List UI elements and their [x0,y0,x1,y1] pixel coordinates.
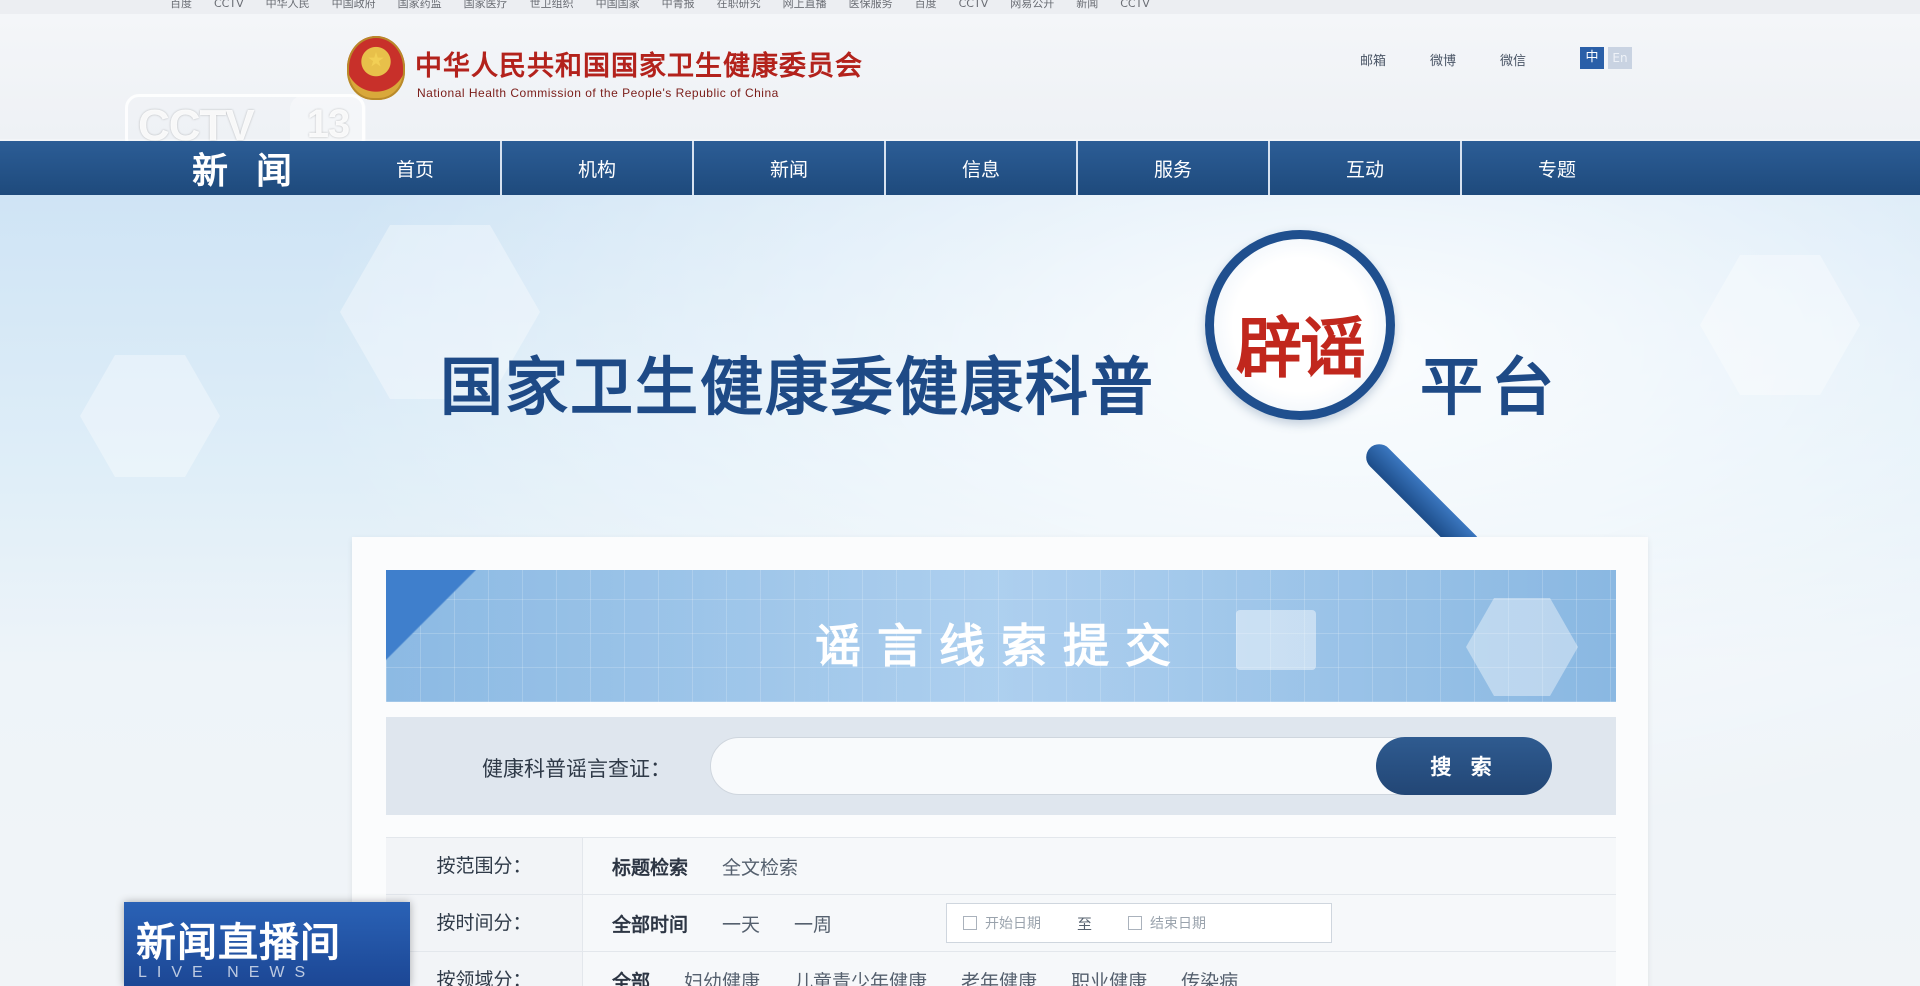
nav-item-org[interactable]: 机构 [500,141,692,195]
hero-section: 国家卫生健康委健康科普 辟谣 平台 谣言线索提交 健康科普谣言查证： 搜 索 按… [0,195,1920,986]
nav-item-topics[interactable]: 专题 [1460,141,1652,195]
bookmark-item[interactable]: CCTV [214,0,244,14]
top-link-wechat[interactable]: 微信 [1500,50,1526,69]
site-header: 中华人民共和国国家卫生健康委员会 National Health Commiss… [0,14,1920,153]
hero-highlight: 辟谣 [1236,310,1366,387]
filter-option[interactable]: 全文检索 [722,853,798,880]
filter-option[interactable]: 儿童青少年健康 [794,967,927,986]
bookmark-item[interactable]: 中国国家 [596,0,640,14]
bookmark-item[interactable]: 国家医疗 [464,0,508,14]
bookmark-item[interactable]: 医保服务 [849,0,893,14]
lang-en-button[interactable]: En [1608,47,1632,69]
nav-item-news[interactable]: 新闻 [692,141,884,195]
bookmark-item[interactable]: 百度 [915,0,937,14]
bookmark-item[interactable]: 新闻 [1076,0,1098,14]
bookmark-item[interactable]: 网上直播 [783,0,827,14]
filter-option[interactable]: 标题检索 [612,853,688,880]
filter-option[interactable]: 传染病 [1181,967,1238,986]
nav-item-service[interactable]: 服务 [1076,141,1268,195]
decor-hexagon [80,355,220,477]
date-start-field[interactable]: 开始日期 [985,913,1041,933]
filter-row-time: 按时间分： 全部时间 一天 一周 开始日期 至 结束日期 [386,894,1616,951]
filter-option[interactable]: 职业健康 [1071,967,1147,986]
bookmark-item[interactable]: 国家药监 [398,0,442,14]
date-separator: 至 [1077,914,1093,933]
filter-option[interactable]: 一天 [722,910,760,937]
nav-item-info[interactable]: 信息 [884,141,1076,195]
filter-row-scope: 按范围分： 标题检索 全文检索 [386,837,1616,894]
search-input[interactable] [710,737,1470,795]
search-row: 健康科普谣言查证： 搜 索 [386,717,1616,815]
bookmark-item[interactable]: 中青报 [662,0,695,14]
banner-title: 谣言线索提交 [815,619,1187,673]
search-button[interactable]: 搜 索 [1376,737,1552,795]
search-label: 健康科普谣言查证： [482,757,671,781]
top-link-weibo[interactable]: 微博 [1430,50,1456,69]
bookmark-item[interactable]: 网易公开 [1010,0,1054,14]
lang-zh-button[interactable]: 中 [1580,47,1604,69]
filter-option[interactable]: 妇幼健康 [684,967,760,986]
live-news-overlay: 新闻直播间 LIVE NEWS [124,902,410,986]
filter-option[interactable]: 全部时间 [612,910,688,937]
bookmark-item[interactable]: 百度 [170,0,192,14]
bookmark-item[interactable]: CCTV [959,0,989,14]
date-end-field[interactable]: 结束日期 [1150,913,1206,933]
program-title-en: LIVE NEWS [138,964,316,981]
calendar-icon [1128,916,1143,930]
decor-hexagon [1700,255,1860,395]
filter-option[interactable]: 全部 [612,967,650,986]
rumor-search-panel: 谣言线索提交 健康科普谣言查证： 搜 索 按范围分： 标题检索 全文检索 按时间… [352,537,1648,986]
hero-title-end: 平台 [1420,351,1562,424]
filter-label: 按领域分： [386,952,583,986]
top-links: 邮箱 微博 微信 [1360,50,1526,69]
nav-item-interact[interactable]: 互动 [1268,141,1460,195]
hero-title: 国家卫生健康委健康科普 [440,351,1155,424]
filter-label: 按时间分： [386,895,583,951]
main-nav: 新闻 首页 机构 新闻 信息 服务 互动 专题 [0,141,1920,195]
top-link-email[interactable]: 邮箱 [1360,50,1386,69]
bookmark-item[interactable]: CCTV [1120,0,1150,14]
date-range-picker[interactable]: 开始日期 至 结束日期 [946,903,1332,943]
filter-row-field: 按领域分： 全部 妇幼健康 儿童青少年健康 老年健康 职业健康 传染病 [386,951,1616,986]
filter-option[interactable]: 老年健康 [961,967,1037,986]
calendar-icon [963,916,977,930]
bookmark-item[interactable]: 世卫组织 [530,0,574,14]
org-name-cn[interactable]: 中华人民共和国国家卫生健康委员会 [415,44,863,83]
filter-table: 按范围分： 标题检索 全文检索 按时间分： 全部时间 一天 一周 开始日期 至 [386,837,1616,986]
bookmarks-bar: 百度 CCTV 中华人民 中国政府 国家药监 国家医疗 世卫组织 中国国家 中青报 在职研究 网上直… [0,0,1920,14]
national-emblem-icon [347,36,405,100]
filter-option[interactable]: 一周 [794,910,832,937]
nav-section-label: 新闻 [191,151,320,192]
program-title-cn: 新闻直播间 [136,920,341,966]
submit-rumor-banner[interactable]: 谣言线索提交 [386,570,1616,702]
bookmark-item[interactable]: 在职研究 [717,0,761,14]
bookmark-item[interactable]: 中国政府 [332,0,376,14]
filter-label: 按范围分： [386,838,583,894]
org-name-en: National Health Commission of the People… [417,86,779,100]
bookmark-item[interactable]: 中华人民 [266,0,310,14]
nav-item-home[interactable]: 首页 [330,141,500,195]
